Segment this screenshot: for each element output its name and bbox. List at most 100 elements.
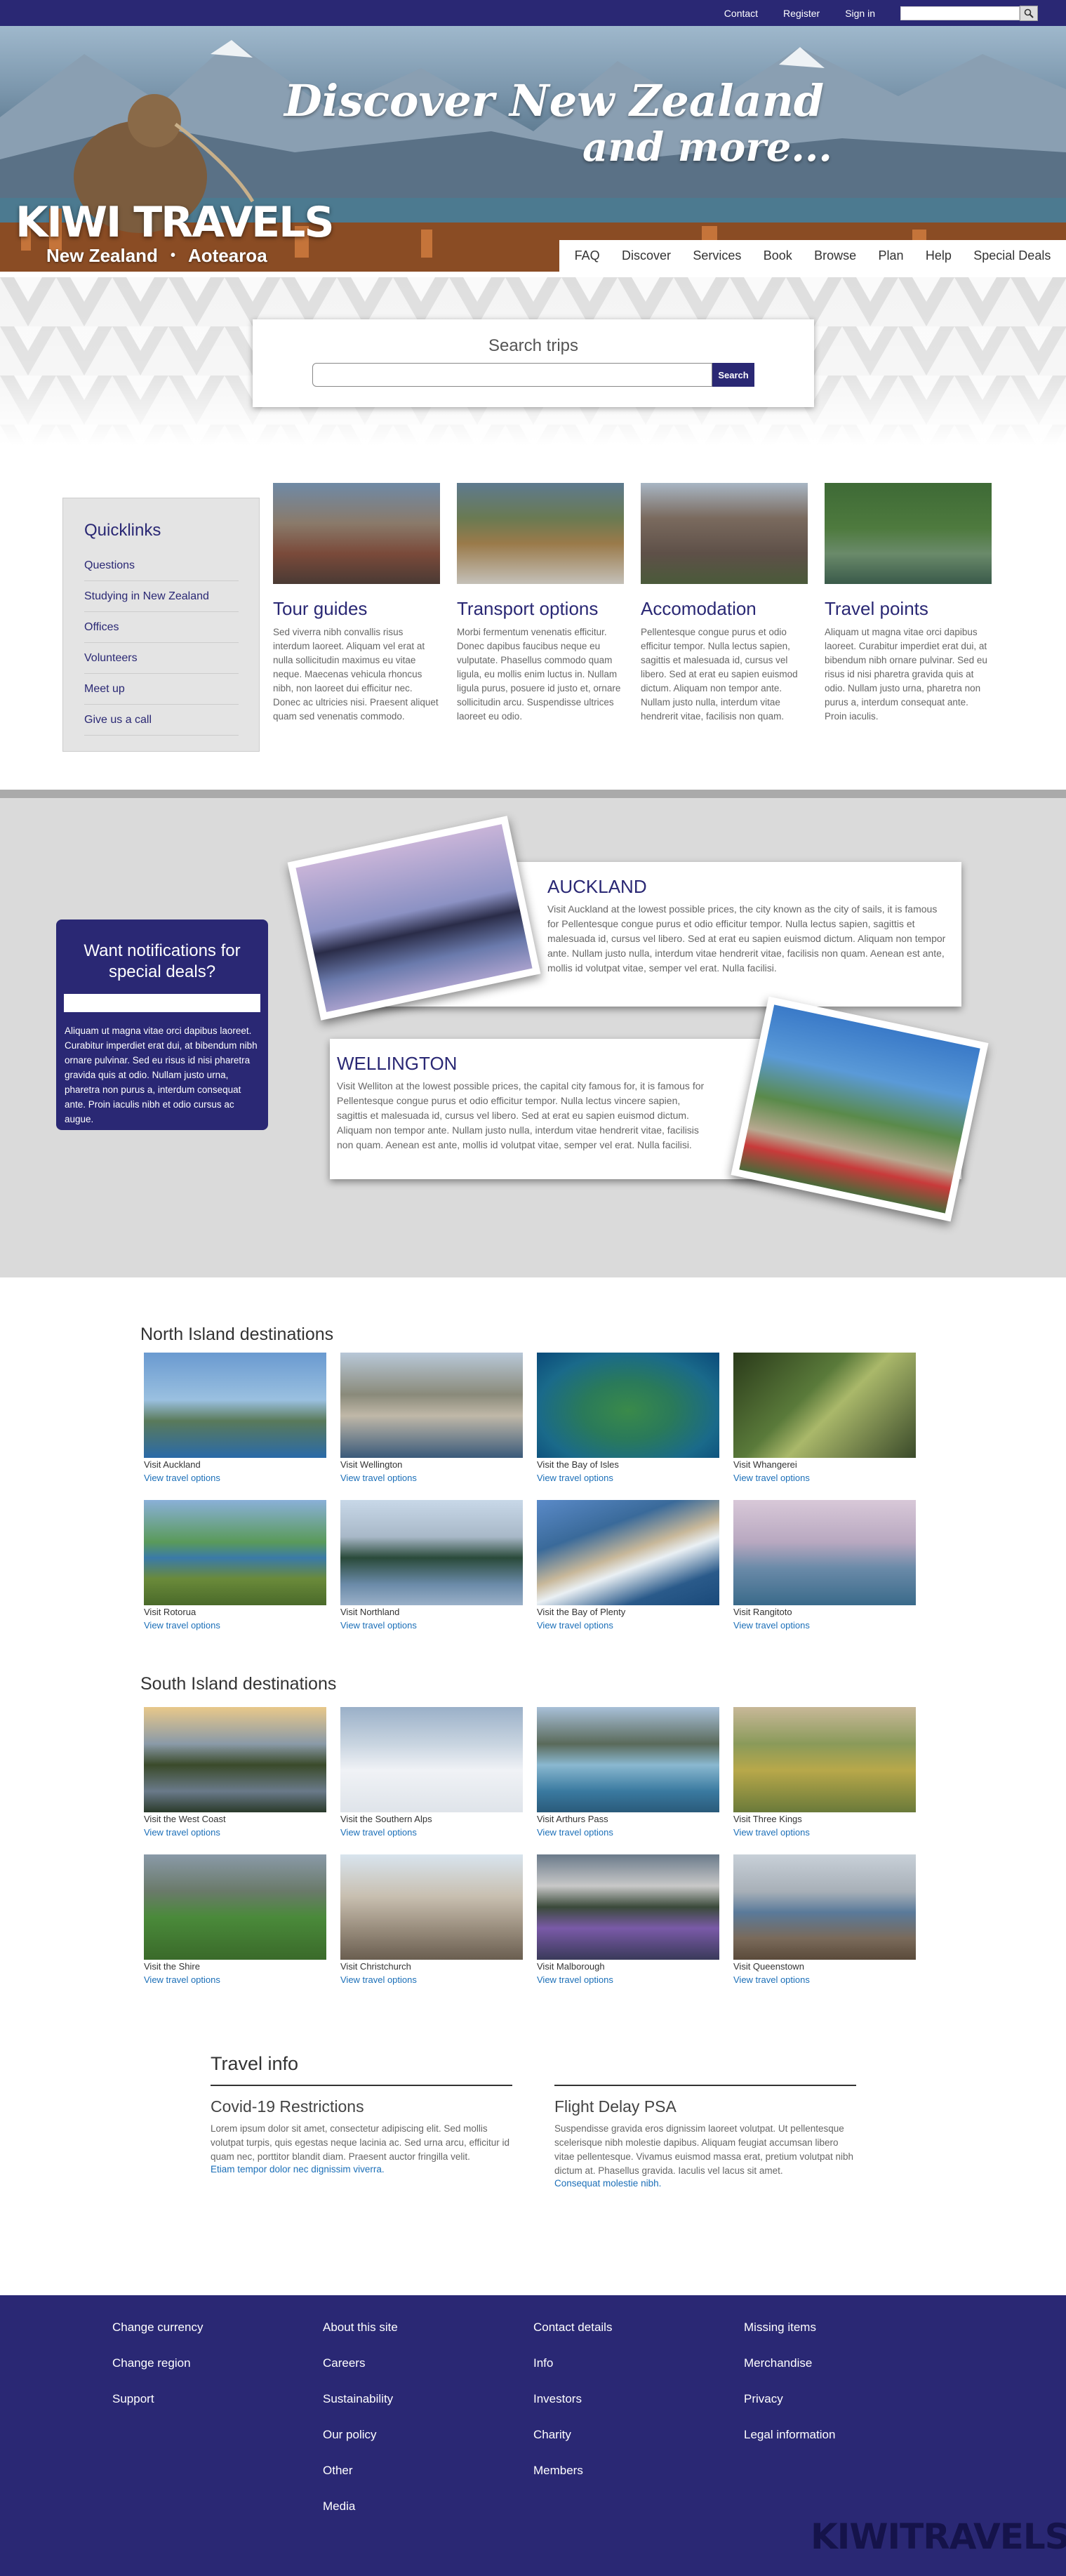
destination-card: Visit the Shire View travel options (144, 1854, 326, 1985)
nav-discover[interactable]: Discover (622, 248, 671, 263)
nav-browse[interactable]: Browse (814, 248, 856, 263)
footer-link[interactable]: Support (112, 2392, 203, 2428)
trip-search-button[interactable]: Search (712, 363, 754, 387)
destination-image[interactable] (733, 1707, 916, 1812)
footer-link[interactable]: Other (323, 2464, 398, 2499)
view-travel-options-link[interactable]: View travel options (733, 1620, 916, 1631)
quicklink-call[interactable]: Give us a call (84, 705, 239, 736)
destination-image[interactable] (733, 1500, 916, 1605)
view-travel-options-link[interactable]: View travel options (537, 1473, 719, 1483)
view-travel-options-link[interactable]: View travel options (537, 1827, 719, 1838)
covid-title[interactable]: Covid-19 Restrictions (211, 2097, 512, 2116)
travel-info-title: Travel info (211, 2053, 299, 2074)
destination-image[interactable] (340, 1353, 523, 1458)
notification-email-input[interactable] (64, 994, 260, 1012)
footer-link[interactable]: Merchandise (744, 2356, 835, 2392)
travel-points-image[interactable] (825, 483, 992, 584)
footer-link[interactable]: Sustainability (323, 2392, 398, 2428)
nav-services[interactable]: Services (693, 248, 741, 263)
destination-image[interactable] (733, 1353, 916, 1458)
view-travel-options-link[interactable]: View travel options (733, 1974, 916, 1985)
destination-image[interactable] (340, 1707, 523, 1812)
nav-faq[interactable]: FAQ (575, 248, 600, 263)
transport-image[interactable] (457, 483, 624, 584)
footer-link[interactable]: Legal information (744, 2428, 835, 2464)
feature-title[interactable]: Transport options (457, 598, 624, 620)
destination-image[interactable] (340, 1854, 523, 1960)
footer-link[interactable]: Members (533, 2464, 612, 2499)
wellington-cablecar-image (739, 1004, 980, 1214)
destination-image[interactable] (537, 1353, 719, 1458)
view-travel-options-link[interactable]: View travel options (144, 1827, 326, 1838)
view-travel-options-link[interactable]: View travel options (340, 1473, 523, 1483)
view-travel-options-link[interactable]: View travel options (144, 1473, 326, 1483)
trip-search-title: Search trips (488, 336, 579, 355)
nav-special-deals[interactable]: Special Deals (973, 248, 1051, 263)
view-travel-options-link[interactable]: View travel options (340, 1827, 523, 1838)
quicklink-volunteers[interactable]: Volunteers (84, 643, 239, 674)
view-travel-options-link[interactable]: View travel options (537, 1974, 719, 1985)
wellington-title[interactable]: WELLINGTON (337, 1053, 709, 1075)
top-search-button[interactable] (1020, 5, 1038, 21)
footer-link[interactable]: Investors (533, 2392, 612, 2428)
quicklinks-panel: Quicklinks Questions Studying in New Zea… (62, 498, 260, 752)
view-travel-options-link[interactable]: View travel options (733, 1473, 916, 1483)
contact-link[interactable]: Contact (724, 8, 758, 19)
footer-link[interactable]: Contact details (533, 2321, 612, 2356)
footer-link[interactable]: Info (533, 2356, 612, 2392)
footer-link[interactable]: Charity (533, 2428, 612, 2464)
destination-image[interactable] (340, 1500, 523, 1605)
view-travel-options-link[interactable]: View travel options (144, 1620, 326, 1631)
covid-more-link[interactable]: Etiam tempor dolor nec dignissim viverra… (211, 2164, 512, 2175)
accomodation-image[interactable] (641, 483, 808, 584)
destination-image[interactable] (144, 1353, 326, 1458)
destination-image[interactable] (537, 1500, 719, 1605)
register-link[interactable]: Register (783, 8, 820, 19)
feature-title[interactable]: Tour guides (273, 598, 440, 620)
footer-link[interactable]: Privacy (744, 2392, 835, 2428)
trip-search-input[interactable] (312, 363, 712, 387)
sign-in-link[interactable]: Sign in (845, 8, 875, 19)
destination-image[interactable] (144, 1707, 326, 1812)
footer-link[interactable]: Careers (323, 2356, 398, 2392)
view-travel-options-link[interactable]: View travel options (340, 1620, 523, 1631)
view-travel-options-link[interactable]: View travel options (537, 1620, 719, 1631)
feature-title[interactable]: Accomodation (641, 598, 808, 620)
footer-logo[interactable]: KIWITRAVELS (811, 2516, 1066, 2557)
quicklink-studying[interactable]: Studying in New Zealand (84, 581, 239, 612)
footer-link[interactable]: Our policy (323, 2428, 398, 2464)
nav-book[interactable]: Book (764, 248, 792, 263)
quicklink-questions[interactable]: Questions (84, 550, 239, 581)
view-travel-options-link[interactable]: View travel options (144, 1974, 326, 1985)
destination-name: Visit Whangerei (733, 1459, 797, 1470)
footer-link[interactable]: Change region (112, 2356, 203, 2392)
trip-search-panel: Search trips Search (253, 319, 814, 407)
footer-link[interactable]: Missing items (744, 2321, 835, 2356)
footer-link[interactable]: Media (323, 2499, 398, 2535)
feature-title[interactable]: Travel points (825, 598, 992, 620)
nav-plan[interactable]: Plan (879, 248, 904, 263)
brand-logo[interactable]: KIWI TRAVELS (15, 198, 335, 247)
top-search-input[interactable] (900, 6, 1020, 20)
view-travel-options-link[interactable]: View travel options (340, 1974, 523, 1985)
quicklink-offices[interactable]: Offices (84, 612, 239, 643)
destination-image[interactable] (733, 1854, 916, 1960)
tour-guides-image[interactable] (273, 483, 440, 584)
view-travel-options-link[interactable]: View travel options (733, 1827, 916, 1838)
destination-image[interactable] (144, 1854, 326, 1960)
destination-image[interactable] (537, 1707, 719, 1812)
flight-delay-text: Suspendisse gravida eros dignissim laore… (554, 2123, 853, 2176)
flight-delay-more-link[interactable]: Consequat molestie nibh. (554, 2178, 856, 2189)
footer-link[interactable]: Change currency (112, 2321, 203, 2356)
main-nav: FAQ Discover Services Book Browse Plan H… (559, 240, 1066, 272)
auckland-title[interactable]: AUCKLAND (547, 876, 947, 898)
travel-info-divider (211, 2085, 512, 2086)
covid-info: Covid-19 Restrictions Lorem ipsum dolor … (211, 2097, 512, 2175)
flight-delay-info: Flight Delay PSA Suspendisse gravida ero… (554, 2097, 856, 2189)
nav-help[interactable]: Help (926, 248, 952, 263)
quicklink-meet-up[interactable]: Meet up (84, 674, 239, 705)
destination-image[interactable] (537, 1854, 719, 1960)
footer-link[interactable]: About this site (323, 2321, 398, 2356)
destination-image[interactable] (144, 1500, 326, 1605)
flight-delay-title[interactable]: Flight Delay PSA (554, 2097, 856, 2116)
